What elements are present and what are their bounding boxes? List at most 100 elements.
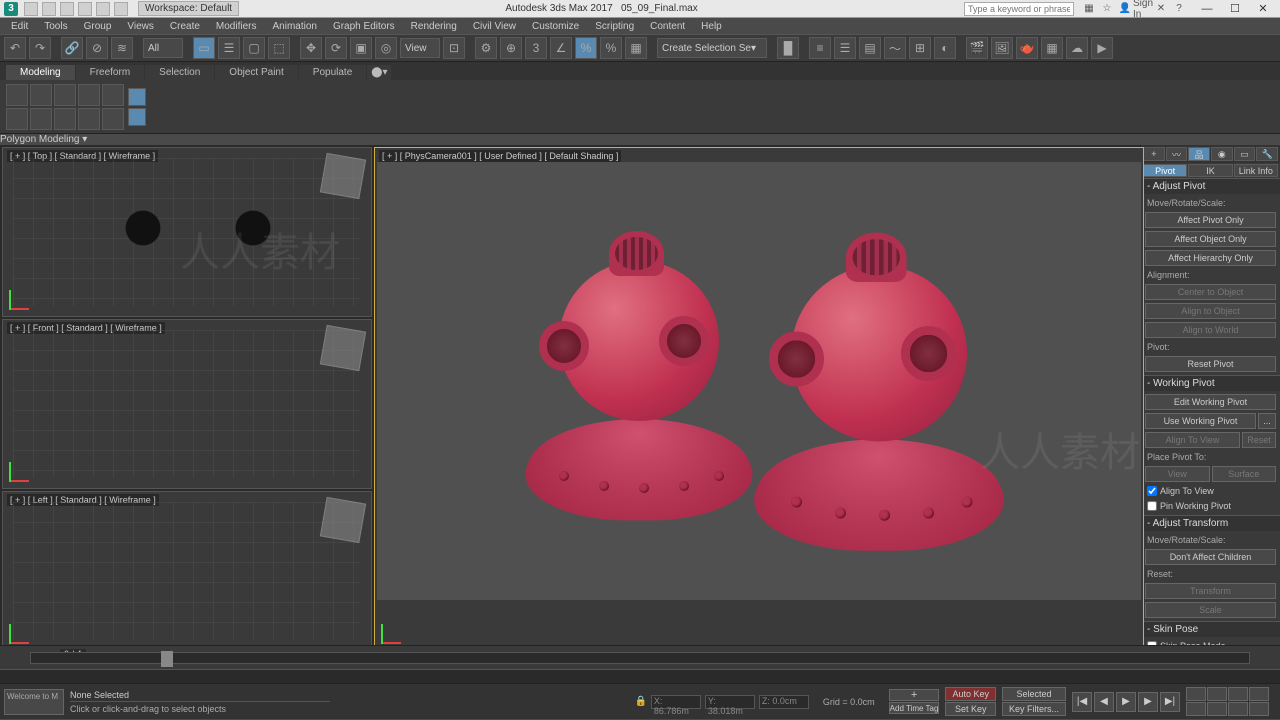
rotate-button[interactable]: ⟳ bbox=[325, 37, 347, 59]
isolate-selection-button[interactable]: + bbox=[889, 689, 940, 701]
maximize-viewport-button[interactable] bbox=[1249, 702, 1269, 716]
play-button[interactable]: ▶ bbox=[1116, 692, 1136, 712]
pan-button[interactable] bbox=[1207, 702, 1227, 716]
edit-working-pivot-button[interactable]: Edit Working Pivot bbox=[1145, 394, 1276, 410]
utilities-tab-icon[interactable]: 🔧 bbox=[1256, 147, 1278, 161]
minimize-button[interactable]: — bbox=[1194, 2, 1220, 16]
viewport-top[interactable]: [ + ] [ Top ] [ Standard ] [ Wireframe ] bbox=[2, 147, 372, 317]
rollout-header[interactable]: - Adjust Transform bbox=[1141, 516, 1280, 531]
y-coord-field[interactable]: Y: 38.018m bbox=[705, 695, 755, 709]
fov-button[interactable] bbox=[1186, 702, 1206, 716]
key-filters-button[interactable]: Key Filters... bbox=[1002, 702, 1066, 716]
redo-button[interactable]: ↷ bbox=[29, 37, 51, 59]
time-slider-thumb[interactable] bbox=[161, 651, 173, 667]
subobj-border-button[interactable] bbox=[54, 84, 76, 106]
affect-pivot-only-button[interactable]: Affect Pivot Only bbox=[1145, 212, 1276, 228]
rb-ignore-button[interactable] bbox=[30, 108, 52, 130]
rb-toggle-1[interactable] bbox=[128, 88, 146, 106]
viewport-camera-label[interactable]: [ + ] [ PhysCamera001 ] [ User Defined ]… bbox=[379, 150, 621, 162]
percent-snap-button[interactable]: % bbox=[575, 37, 597, 59]
zoom-button[interactable] bbox=[1186, 687, 1206, 701]
tab-modeling[interactable]: Modeling bbox=[6, 65, 75, 80]
link-button[interactable]: 🔗 bbox=[61, 37, 83, 59]
close-button[interactable]: ✕ bbox=[1250, 2, 1276, 16]
trackbar[interactable] bbox=[0, 669, 1280, 683]
zoom-extents-button[interactable] bbox=[1228, 687, 1248, 701]
help-search-input[interactable] bbox=[964, 2, 1074, 16]
tab-populate[interactable]: Populate bbox=[299, 65, 366, 80]
render-frame-button[interactable]: 🖼 bbox=[991, 37, 1013, 59]
tab-freeform[interactable]: Freeform bbox=[76, 65, 145, 80]
subobj-vertex-button[interactable] bbox=[6, 84, 28, 106]
menu-views[interactable]: Views bbox=[120, 20, 161, 33]
layer-explorer-button[interactable]: ☰ bbox=[834, 37, 856, 59]
menu-graph-editors[interactable]: Graph Editors bbox=[326, 20, 402, 33]
unlink-button[interactable]: ⊘ bbox=[86, 37, 108, 59]
goto-end-button[interactable]: ▶| bbox=[1160, 692, 1180, 712]
menu-tools[interactable]: Tools bbox=[37, 20, 74, 33]
menu-scripting[interactable]: Scripting bbox=[588, 20, 641, 33]
qa-open-icon[interactable] bbox=[42, 2, 56, 16]
viewport-front[interactable]: [ + ] [ Front ] [ Standard ] [ Wireframe… bbox=[2, 319, 372, 489]
favorites-icon[interactable]: ☆ bbox=[1100, 2, 1114, 16]
autodesk-app-icon[interactable]: ▦ bbox=[1082, 2, 1096, 16]
rb-soft-button[interactable] bbox=[54, 108, 76, 130]
center-to-object-button[interactable]: Center to Object bbox=[1145, 284, 1276, 300]
rollout-header[interactable]: - Working Pivot bbox=[1141, 376, 1280, 391]
rollout-header[interactable]: - Adjust Pivot bbox=[1141, 179, 1280, 194]
menu-help[interactable]: Help bbox=[694, 20, 729, 33]
subobj-polygon-button[interactable] bbox=[78, 84, 100, 106]
polygon-modeling-label[interactable]: Polygon Modeling ▾ bbox=[0, 134, 1280, 145]
align-to-object-button[interactable]: Align to Object bbox=[1145, 303, 1276, 319]
qa-project-icon[interactable] bbox=[114, 2, 128, 16]
spinner-snap-button[interactable]: % bbox=[600, 37, 622, 59]
menu-content[interactable]: Content bbox=[643, 20, 692, 33]
subobj-edge-button[interactable] bbox=[30, 84, 52, 106]
toggle-ribbon-button[interactable]: ▤ bbox=[859, 37, 881, 59]
next-frame-button[interactable]: ▶ bbox=[1138, 692, 1158, 712]
subobj-element-button[interactable] bbox=[102, 84, 124, 106]
menu-animation[interactable]: Animation bbox=[265, 20, 323, 33]
move-button[interactable]: ✥ bbox=[300, 37, 322, 59]
help-icon[interactable]: ? bbox=[1172, 2, 1186, 16]
menu-modifiers[interactable]: Modifiers bbox=[209, 20, 264, 33]
x-coord-field[interactable]: X: 86.786m bbox=[651, 695, 701, 709]
affect-hierarchy-only-button[interactable]: Affect Hierarchy Only bbox=[1145, 250, 1276, 266]
menu-group[interactable]: Group bbox=[77, 20, 119, 33]
schematic-view-button[interactable]: ⊞ bbox=[909, 37, 931, 59]
rollout-header[interactable]: - Skin Pose bbox=[1141, 622, 1280, 637]
rb-toggle-2[interactable] bbox=[128, 108, 146, 126]
mirror-button[interactable]: ▐▌ bbox=[777, 37, 799, 59]
zoom-all-button[interactable] bbox=[1207, 687, 1227, 701]
render-iterative-button[interactable]: ▦ bbox=[1041, 37, 1063, 59]
maxscript-listener[interactable]: Welcome to M bbox=[4, 689, 64, 715]
goto-start-button[interactable]: |◀ bbox=[1072, 692, 1092, 712]
qa-new-icon[interactable] bbox=[24, 2, 38, 16]
place-pivot-view-button[interactable]: View bbox=[1145, 466, 1210, 482]
workspace-dropdown[interactable]: Workspace: Default bbox=[138, 1, 239, 16]
affect-object-only-button[interactable]: Affect Object Only bbox=[1145, 231, 1276, 247]
render-production-button[interactable]: 🫖 bbox=[1016, 37, 1038, 59]
exchange-icon[interactable]: ✕ bbox=[1154, 2, 1168, 16]
display-tab-icon[interactable]: ▭ bbox=[1234, 147, 1256, 161]
reset-working-pivot-button[interactable]: Reset bbox=[1242, 432, 1276, 448]
menu-rendering[interactable]: Rendering bbox=[404, 20, 464, 33]
dont-affect-children-button[interactable]: Don't Affect Children bbox=[1145, 549, 1276, 565]
qa-undo-icon[interactable] bbox=[78, 2, 92, 16]
ref-coord-dropdown[interactable]: View bbox=[400, 38, 440, 58]
reset-scale-button[interactable]: Scale bbox=[1145, 602, 1276, 618]
maximize-button[interactable]: ☐ bbox=[1222, 2, 1248, 16]
menu-create[interactable]: Create bbox=[163, 20, 207, 33]
align-button[interactable]: ≡ bbox=[809, 37, 831, 59]
scale-button[interactable]: ▣ bbox=[350, 37, 372, 59]
viewcube-icon[interactable] bbox=[320, 153, 366, 199]
add-time-tag-button[interactable]: Add Time Tag bbox=[889, 702, 940, 714]
motion-tab-icon[interactable]: ◉ bbox=[1211, 147, 1233, 161]
tab-object-paint[interactable]: Object Paint bbox=[215, 65, 297, 80]
auto-key-button[interactable]: Auto Key bbox=[945, 687, 996, 701]
working-pivot-options-button[interactable]: ... bbox=[1258, 413, 1276, 429]
named-selection-dropdown[interactable]: Create Selection Se▾ bbox=[657, 38, 767, 58]
bind-button[interactable]: ≋ bbox=[111, 37, 133, 59]
menu-civil-view[interactable]: Civil View bbox=[466, 20, 523, 33]
use-center-button[interactable]: ⊡ bbox=[443, 37, 465, 59]
